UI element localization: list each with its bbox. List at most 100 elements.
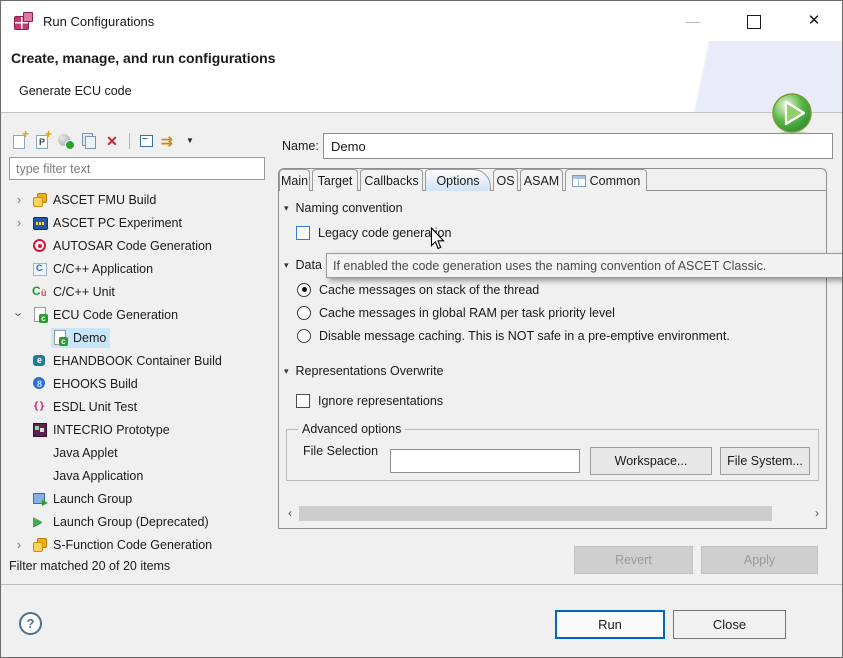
revert-button[interactable]: Revert [574,546,693,574]
tree-item[interactable]: Launch Group [1,487,269,510]
none-icon [32,468,48,484]
tab-label: Callbacks [364,174,418,188]
tree-item-content[interactable]: Launch Group [31,489,136,509]
duplicate-configuration-icon[interactable] [79,131,99,151]
data-section[interactable]: ▾ Data [284,257,322,273]
tree-item-content[interactable]: S-Function Code Generation [31,535,216,555]
ignore-representations-checkbox[interactable] [296,394,310,408]
tree-item-label: INTECRIO Prototype [53,423,170,437]
scroll-right-icon[interactable]: › [809,505,825,522]
naming-convention-section[interactable]: ▾ Naming convention [284,200,403,216]
tab-common[interactable]: Common [565,169,647,191]
tab-main[interactable]: Main [279,169,310,191]
filter-configurations-icon[interactable] [160,131,180,151]
tree-item[interactable]: ›ASCET PC Experiment [1,211,269,234]
c-unit-icon [32,284,48,300]
section-collapse-icon[interactable]: ▾ [284,200,289,216]
scroll-left-icon[interactable]: ‹ [282,505,298,522]
apply-button[interactable]: Apply [701,546,818,574]
section-title: Data [296,258,322,272]
tab-target[interactable]: Target [312,169,358,191]
section-collapse-icon[interactable]: ▾ [284,257,289,273]
close-button[interactable]: Close [673,610,786,639]
advanced-options-group: File Selection Workspace... File System.… [286,429,819,481]
tree-item-content[interactable]: EHANDBOOK Container Build [31,351,226,371]
tree-item-content[interactable]: INTECRIO Prototype [31,420,174,440]
tree-item-content[interactable]: ASCET PC Experiment [31,213,186,233]
tree-item-content[interactable]: ESDL Unit Test [31,397,141,417]
scrollbar-thumb[interactable] [299,506,772,521]
minimize-icon[interactable]: — [670,1,716,41]
maximize-icon[interactable] [731,1,777,41]
filter-input[interactable] [9,157,265,180]
radio-button[interactable] [297,306,311,320]
file-selection-label: File Selection [303,444,378,458]
view-menu-icon[interactable] [183,131,203,151]
radio-label: Cache messages on stack of the thread [319,283,539,297]
checkbox-label: Ignore representations [318,394,443,408]
expander-collapsed-icon[interactable]: › [7,215,31,230]
new-configuration-icon[interactable] [10,131,30,151]
section-collapse-icon[interactable]: ▾ [284,363,289,379]
tree-item-content[interactable]: C/C++ Unit [31,282,119,302]
tree-item[interactable]: ›ECU Code Generation [1,303,269,326]
help-button[interactable]: ? [19,612,42,635]
data-caching-radios: Cache messages on stack of the threadCac… [297,278,730,347]
tree-item[interactable]: ESDL Unit Test [1,395,269,418]
collapse-all-icon[interactable] [137,131,157,151]
expander-collapsed-icon[interactable]: › [7,537,31,552]
tree-selection[interactable]: Demo [51,328,110,348]
horizontal-scrollbar[interactable]: ‹ › [282,505,825,522]
ecu-icon [52,330,68,346]
advanced-options-legend: Advanced options [298,422,405,436]
tree-item[interactable]: Launch Group (Deprecated) [1,510,269,533]
new-prototype-icon[interactable] [33,131,53,151]
tree-item[interactable]: C/C++ Application [1,257,269,280]
tree-item-content[interactable]: Java Applet [31,443,122,463]
tree-item[interactable]: Java Application [1,464,269,487]
tree-item[interactable]: AUTOSAR Code Generation [1,234,269,257]
expander-expanded-icon[interactable]: › [12,303,27,327]
tab-label: OS [496,174,514,188]
radio-button[interactable] [297,329,311,343]
tree-item-content[interactable]: ECU Code Generation [31,305,182,325]
section-title: Naming convention [296,201,403,215]
fmu-icon [32,192,48,208]
tree-item-content[interactable]: AUTOSAR Code Generation [31,236,216,256]
tab-os[interactable]: OS [493,169,518,191]
tree-item[interactable]: EHOOKS Build [1,372,269,395]
delete-configuration-icon[interactable] [102,131,122,151]
tree-item[interactable]: ›S-Function Code Generation [1,533,269,556]
ehandbook-icon [32,353,48,369]
file-selection-input[interactable] [390,449,580,473]
tab-asam[interactable]: ASAM [520,169,563,191]
tree-item-content[interactable]: ASCET FMU Build [31,190,160,210]
tree-item[interactable]: ›ASCET FMU Build [1,188,269,211]
ehooks-icon [32,376,48,392]
workspace-button[interactable]: Workspace... [590,447,712,475]
expander-collapsed-icon[interactable]: › [7,192,31,207]
tree-item[interactable]: Java Applet [1,441,269,464]
close-window-icon[interactable]: ✕ [791,1,837,41]
dialog-subheading: Generate ECU code [19,84,132,98]
representations-section[interactable]: ▾ Representations Overwrite [284,363,444,379]
legacy-code-generation-checkbox[interactable] [296,226,310,240]
tree-item-content[interactable]: C/C++ Application [31,259,157,279]
dialog-header: Create, manage, and run configurations G… [1,41,842,113]
file-system-button[interactable]: File System... [720,447,810,475]
tab-label: ASAM [524,174,559,188]
tree-item[interactable]: INTECRIO Prototype [1,418,269,441]
tree-item[interactable]: C/C++ Unit [1,280,269,303]
export-configurations-icon[interactable] [56,131,76,151]
tab-options[interactable]: Options [425,169,491,191]
run-button[interactable]: Run [555,610,665,639]
tree-item[interactable]: EHANDBOOK Container Build [1,349,269,372]
tab-label: Main [281,174,308,188]
tree-item-content[interactable]: Java Application [31,466,147,486]
radio-button[interactable] [297,283,311,297]
tab-callbacks[interactable]: Callbacks [360,169,423,191]
tree-item-content[interactable]: EHOOKS Build [31,374,142,394]
tree-item[interactable]: Demo [1,326,269,349]
name-input[interactable] [323,133,833,159]
tree-item-content[interactable]: Launch Group (Deprecated) [31,512,213,532]
